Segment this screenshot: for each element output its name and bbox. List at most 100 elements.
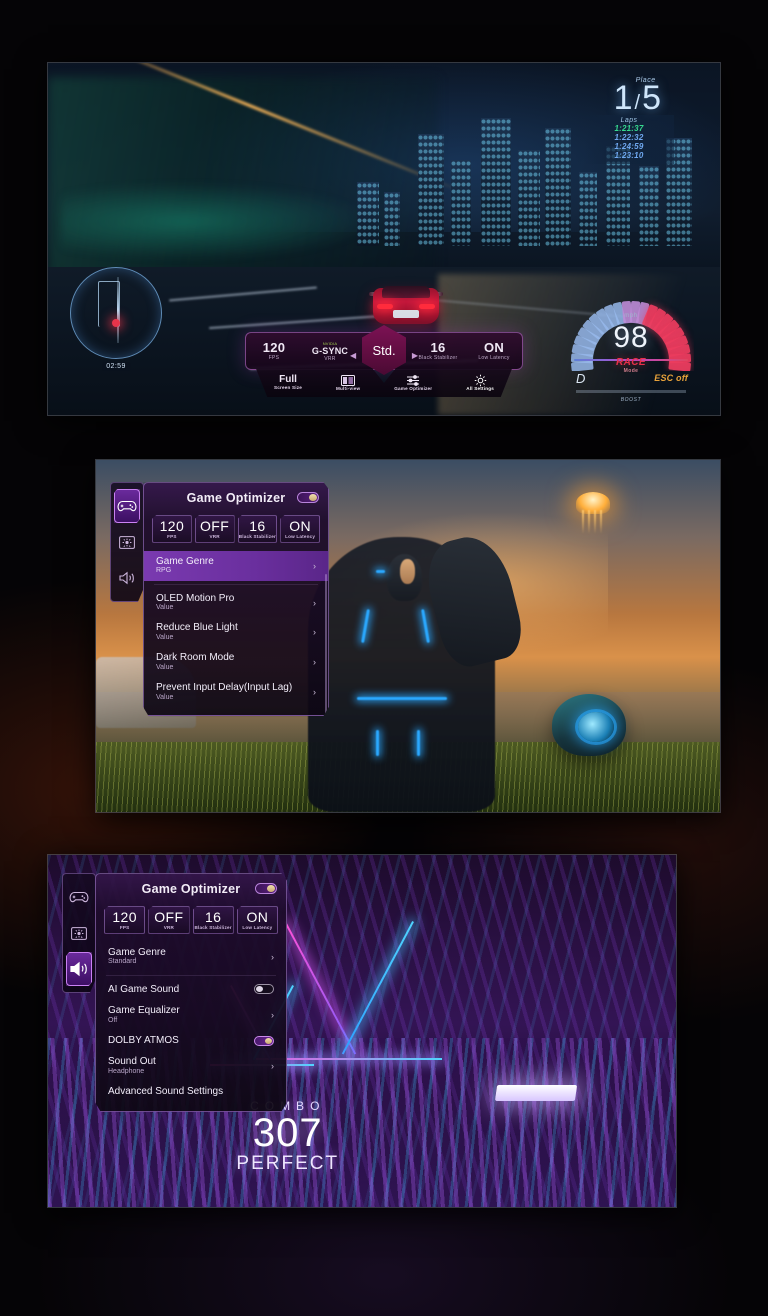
menu-items-list: Game Genre RPG › OLED Motion Pro Value ›…: [144, 550, 328, 715]
sidebar-item-gamepad[interactable]: [66, 880, 92, 914]
jellyfish-tentacle: [600, 509, 603, 534]
menu-item-oled-motion-pro[interactable]: OLED Motion Pro Value ›: [144, 588, 328, 618]
menu-item-label: Game Genre: [156, 555, 214, 567]
stat-fps-value: 120: [112, 909, 137, 925]
gear-indicator: D: [576, 371, 586, 386]
menu-item-value: Value: [156, 663, 174, 671]
stat-low-latency[interactable]: ON Low Latency: [280, 515, 320, 543]
menu-item-value: Standard: [108, 958, 137, 966]
hud-speedometer: mph 98 RACE Mode D ESC off BOOST: [568, 295, 694, 403]
menu-item-reduce-blue-light[interactable]: Reduce Blue Light Value ›: [144, 617, 328, 647]
menu-game-optimizer[interactable]: Game Optimizer: [394, 375, 432, 392]
speed-value: 98: [613, 321, 649, 354]
preset-prev-icon[interactable]: ◀: [350, 351, 356, 360]
character-face: [399, 559, 415, 585]
boost-meter: [576, 390, 686, 393]
stat-low-latency[interactable]: ON Low Latency: [466, 341, 522, 361]
lap-time: 1:23:10: [614, 151, 644, 160]
companion-drone: [552, 693, 627, 756]
menu-item-prevent-input-delay[interactable]: Prevent Input Delay(Input Lag) Value ›: [144, 677, 328, 707]
building: [518, 150, 541, 247]
speaker-icon: [69, 961, 89, 977]
building: [357, 182, 380, 247]
stat-low-latency-key: Low Latency: [285, 533, 316, 539]
menu-game-optimizer-label: Game Optimizer: [394, 385, 433, 391]
triangle-right-edge: [342, 921, 415, 1055]
speed-unit: mph: [624, 313, 638, 319]
menu-item-label: OLED Motion Pro: [156, 592, 235, 604]
menu-item-game-genre[interactable]: Game Genre Standard ›: [96, 942, 286, 972]
hud-place: Place 1 / 5: [614, 77, 661, 115]
game-stats-row: 120 FPS NVIDIA G-SYNC VRR 16 Black Stabi…: [245, 325, 523, 375]
stat-low-latency-key: Low Latency: [478, 354, 510, 361]
menu-multi-view[interactable]: Multi-view: [336, 375, 360, 392]
drive-mode-label: RACE: [616, 357, 646, 368]
menu-item-value: Off: [108, 1016, 118, 1024]
display-icon: [71, 926, 87, 940]
combo-value: 307: [252, 1111, 323, 1156]
menu-item-value: Value: [156, 633, 174, 641]
sidebar-item-display[interactable]: [114, 525, 140, 559]
minimap-distance: 02:59: [102, 362, 130, 371]
game-optimizer-menu-sound[interactable]: Game Optimizer 120 FPS OFF VRR 16 Black …: [62, 873, 287, 1112]
car-license-plate: [393, 310, 420, 319]
menu-header: Game Optimizer: [96, 874, 286, 904]
menu-item-sound-out[interactable]: Sound Out Headphone ›: [96, 1051, 286, 1081]
drive-mode: RACE Mode: [568, 357, 694, 374]
stat-vrr[interactable]: OFF VRR: [194, 515, 235, 543]
minimap-player-marker: [112, 319, 120, 327]
menu-item-value: Headphone: [108, 1067, 145, 1075]
minimap-route-line: [117, 277, 119, 343]
menu-item-dark-room-mode[interactable]: Dark Room Mode Value ›: [144, 647, 328, 677]
rhythm-note-bar: [494, 1085, 577, 1102]
stat-vrr-key: VRR: [163, 924, 175, 930]
game-optimizer-toggle[interactable]: [255, 883, 277, 894]
gear-icon: [466, 374, 494, 387]
green-neon-blur: [61, 182, 371, 261]
stat-vrr[interactable]: OFF VRR: [148, 906, 190, 934]
menu-item-ai-game-sound[interactable]: AI Game Sound: [96, 979, 286, 1001]
menu-sidebar[interactable]: [62, 873, 96, 993]
game-optimizer-menu-video[interactable]: Game Optimizer 120 FPS OFF VRR 16 Black …: [110, 482, 329, 717]
stat-black-stabilizer-value: 16: [249, 518, 266, 534]
stat-fps[interactable]: 120 FPS: [246, 341, 302, 361]
game-dashboard-bar[interactable]: 120 FPS NVIDIA G-SYNC VRR 16 Black Stabi…: [245, 325, 523, 397]
menu-all-settings[interactable]: All Settings: [466, 374, 494, 392]
sidebar-item-sound[interactable]: [114, 561, 140, 595]
laps-label: Laps: [620, 117, 638, 124]
gamepad-icon: [117, 499, 137, 513]
menu-stats-row: 120 FPS OFF VRR 16 Black Stabilizer ON L…: [144, 513, 328, 551]
menu-panel: Game Optimizer 120 FPS OFF VRR 16 Black …: [143, 482, 329, 717]
preset-next-icon[interactable]: ▶: [412, 351, 418, 360]
stat-low-latency[interactable]: ON Low Latency: [236, 906, 278, 934]
chevron-right-icon: ›: [271, 951, 274, 962]
preset-selector[interactable]: Std.: [362, 325, 406, 375]
player-car: [367, 274, 445, 330]
sidebar-item-gamepad[interactable]: [114, 489, 140, 523]
sidebar-item-display[interactable]: [66, 916, 92, 950]
menu-item-advanced-sound-settings[interactable]: Advanced Sound Settings: [96, 1081, 286, 1103]
preset-label: Std.: [372, 342, 396, 358]
sidebar-item-sound[interactable]: [66, 952, 92, 986]
stat-fps[interactable]: 120 FPS: [104, 906, 146, 934]
menu-item-dolby-atmos[interactable]: DOLBY ATMOS: [96, 1030, 286, 1052]
menu-scrollbar[interactable]: [325, 574, 327, 717]
ai-game-sound-toggle[interactable]: [254, 984, 274, 995]
dolby-atmos-toggle[interactable]: [254, 1035, 274, 1046]
game-optimizer-toggle[interactable]: [297, 492, 319, 503]
menu-screen-size[interactable]: Full Screen Size: [274, 375, 302, 390]
stat-black-stabilizer[interactable]: 16 Black Stabilizer: [410, 341, 466, 361]
menu-item-label: Game Genre: [108, 946, 166, 958]
stat-fps[interactable]: 120 FPS: [152, 515, 192, 543]
menu-item-label: Dark Room Mode: [156, 652, 235, 664]
menu-sidebar[interactable]: [110, 482, 144, 602]
stat-black-stabilizer[interactable]: 16 Black Stabilizer: [192, 906, 234, 934]
menu-item-label: Sound Out: [108, 1056, 156, 1068]
stat-fps-key: FPS: [119, 924, 130, 930]
menu-divider: [106, 974, 276, 976]
boost-label: BOOST: [620, 397, 642, 403]
menu-item-game-genre[interactable]: Game Genre RPG ›: [144, 550, 328, 581]
menu-item-game-equalizer[interactable]: Game Equalizer Off ›: [96, 1000, 286, 1030]
stat-black-stabilizer[interactable]: 16 Black Stabilizer: [237, 515, 278, 543]
chevron-right-icon: ›: [313, 560, 316, 571]
